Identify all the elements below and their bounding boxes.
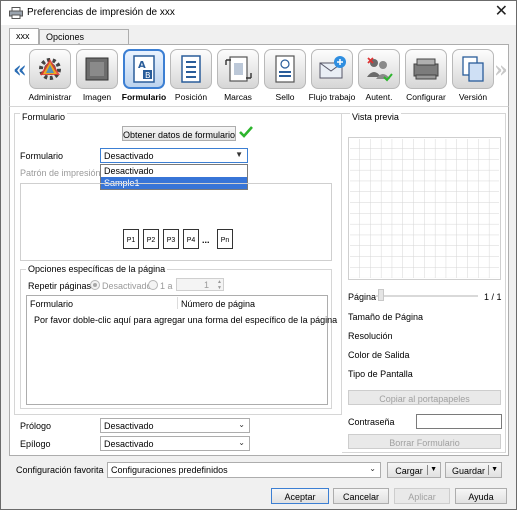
spinbox-value: 1 [203, 280, 209, 290]
column-header-page-number[interactable]: Número de página [181, 299, 255, 309]
prologue-label: Prólogo [20, 421, 52, 431]
dropdown-option-desactivado[interactable]: Desactivado [101, 165, 247, 177]
svg-text:B: B [145, 71, 151, 80]
preview-grid [350, 139, 499, 278]
radio-repeat-range-label: 1 a [160, 281, 173, 291]
formulario-icon: A B [133, 55, 155, 83]
scroll-right-icon[interactable]: » [494, 57, 508, 83]
close-icon[interactable]: ✕ [495, 3, 508, 21]
flujo-trabajo-icon [319, 56, 346, 79]
radio-repeat-range[interactable] [148, 280, 158, 290]
page-specific-label: Opciones específicas de la página [26, 264, 168, 274]
help-button[interactable]: Ayuda [455, 488, 507, 504]
apply-button[interactable]: Aplicar [394, 488, 450, 504]
form-label: Formulario [20, 151, 64, 161]
color-output-label: Color de Salida [348, 350, 410, 360]
title-bar: Preferencias de impresión de xxx ✕ [1, 1, 516, 25]
form-select[interactable]: Desactivado ▼ [100, 148, 248, 163]
repeat-pages-label: Repetir páginas [28, 281, 92, 291]
paper-size-label: Tamaño de Página [348, 312, 424, 322]
configurar-icon [413, 58, 439, 80]
column-header-form[interactable]: Formulario [30, 299, 73, 309]
password-label: Contraseña [348, 417, 395, 427]
administrar-icon [39, 58, 61, 80]
function-toolbar: « Administrar Imagen A B Formulario Posi… [9, 44, 509, 106]
save-button[interactable]: Guardar ▼ [445, 462, 502, 478]
favorite-settings-label: Configuración favorita [16, 465, 104, 475]
page-icon-p4: P4 [183, 229, 199, 249]
sello-icon [275, 55, 295, 83]
prologue-value: Desactivado [104, 421, 154, 431]
epilogue-value: Desactivado [104, 439, 154, 449]
radio-repeat-off[interactable] [90, 280, 100, 290]
page-count: 1 / 1 [484, 292, 502, 302]
imagen-icon [85, 57, 109, 81]
version-icon [462, 56, 484, 82]
chevron-down-icon: ▼ [235, 150, 243, 159]
resolution-label: Resolución [348, 331, 393, 341]
password-input[interactable] [416, 414, 502, 429]
window-title: Preferencias de impresión de xxx [27, 7, 175, 18]
cancel-button[interactable]: Cancelar [333, 488, 389, 504]
page-icon-pn: Pn [217, 229, 233, 249]
epilogue-select[interactable]: Desactivado ⌄ [100, 436, 250, 451]
pattern-pages: P1 P2 P3 P4 ... Pn [123, 229, 243, 251]
page-ellipsis: ... [202, 235, 210, 245]
page-icon-p1: P1 [123, 229, 139, 249]
print-pattern-label: Patrón de impresión [20, 168, 101, 178]
delete-form-button[interactable]: Borrar Formulario [348, 434, 501, 449]
printer-icon [9, 7, 23, 19]
chevron-down-icon: ⌄ [238, 438, 245, 447]
svg-text:A: A [138, 60, 146, 71]
formulario-panel: Formulario Obtener datos de formulario F… [9, 106, 509, 456]
list-hint-text: Por favor doble-clic aquí para agregar u… [34, 315, 338, 325]
page-slider-track[interactable] [376, 295, 478, 297]
caret-down-icon[interactable]: ▼ [430, 466, 437, 473]
page-label: Página [348, 292, 377, 302]
get-form-data-button[interactable]: Obtener datos de formulario [122, 126, 236, 141]
prologue-select[interactable]: Desactivado ⌄ [100, 418, 250, 433]
favorite-settings-select[interactable]: Configuraciones predefinidos ⌄ [107, 462, 381, 478]
caret-down-icon[interactable]: ▼ [491, 466, 498, 473]
tab-advanced-options[interactable]: Opciones avanzadas [39, 29, 129, 52]
save-button-label: Guardar [451, 466, 486, 476]
repeat-pages-spinbox[interactable]: 1 ▲ ▼ [176, 278, 224, 291]
autent-icon [367, 57, 393, 82]
posicion-icon [181, 55, 201, 83]
page-icon-p2: P2 [143, 229, 159, 249]
preview-canvas [348, 137, 501, 280]
load-button-label: Cargar [395, 466, 423, 476]
ok-button[interactable]: Aceptar [271, 488, 329, 504]
copy-to-clipboard-button[interactable]: Copiar al portapapeles [348, 390, 501, 405]
column-divider [177, 297, 178, 309]
form-select-value: Desactivado [104, 151, 154, 161]
toolbar-item-version[interactable]: Versión [450, 49, 496, 105]
print-preferences-window: Preferencias de impresión de xxx ✕ xxx O… [0, 0, 517, 510]
page-icon-p3: P3 [163, 229, 179, 249]
load-button[interactable]: Cargar ▼ [387, 462, 441, 478]
page-slider-thumb[interactable] [378, 289, 384, 301]
screen-type-label: Tipo de Pantalla [348, 369, 413, 379]
chevron-down-icon: ⌄ [238, 420, 245, 429]
spin-arrows-icon[interactable]: ▲ ▼ [217, 279, 222, 291]
check-icon [239, 126, 253, 138]
chevron-down-icon: ⌄ [369, 464, 376, 473]
marcas-icon [225, 56, 252, 82]
scroll-left-icon[interactable]: « [13, 57, 27, 83]
epilogue-label: Epílogo [20, 439, 51, 449]
radio-repeat-off-label: Desactivado [102, 281, 152, 291]
toolbar-label: Versión [458, 92, 488, 102]
form-section-label: Formulario [20, 112, 68, 122]
tab-xxx[interactable]: xxx [9, 28, 39, 45]
favorite-settings-value: Configuraciones predefinidos [111, 465, 228, 475]
preview-section-label: Vista previa [350, 112, 401, 122]
page-form-list[interactable]: Formulario Número de página Por favor do… [26, 295, 337, 405]
